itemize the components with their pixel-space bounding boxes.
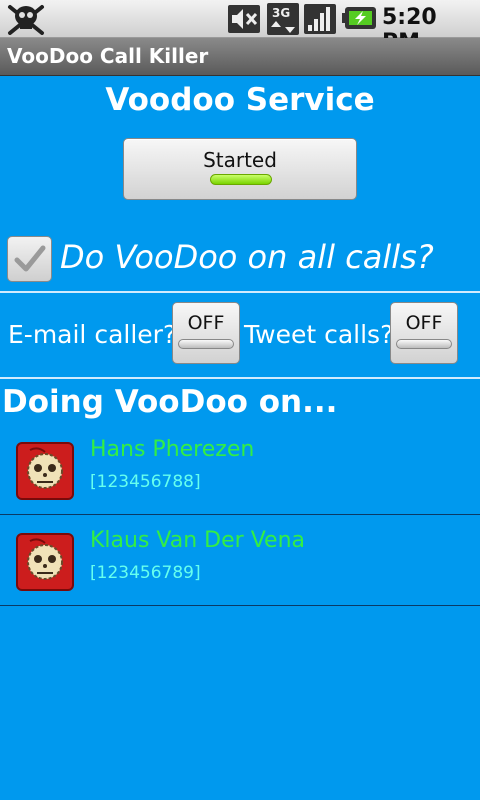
app-title-bar: VooDoo Call Killer <box>0 38 480 76</box>
tweet-calls-toggle[interactable]: OFF <box>390 302 458 364</box>
checkmark-icon <box>14 245 46 272</box>
service-status-indicator <box>210 174 272 185</box>
email-caller-label: E-mail caller? <box>8 320 177 349</box>
mute-icon <box>228 5 260 33</box>
divider <box>0 514 480 515</box>
email-toggle-state: OFF <box>187 312 225 334</box>
list-item[interactable]: Klaus Van Der Vena [123456789] <box>0 523 480 613</box>
toggle-indicator <box>396 339 452 349</box>
battery-charging-icon <box>342 7 376 29</box>
toggle-indicator <box>178 339 234 349</box>
skull-icon <box>8 5 44 35</box>
tweet-toggle-state: OFF <box>405 312 443 334</box>
all-calls-label: Do VooDoo on all calls? <box>60 238 434 276</box>
3g-data-icon: 3G <box>267 3 299 35</box>
service-heading: Voodoo Service <box>105 82 375 118</box>
all-calls-checkbox[interactable] <box>7 236 52 282</box>
signal-icon <box>304 4 336 34</box>
list-item[interactable]: Hans Pherezen [123456788] <box>0 432 480 522</box>
divider <box>0 377 480 379</box>
svg-text:3G: 3G <box>272 6 290 20</box>
contact-name: Hans Pherezen <box>90 437 255 462</box>
app-title: VooDoo Call Killer <box>7 44 209 68</box>
voodoo-skull-icon <box>16 533 74 591</box>
voodoo-skull-icon <box>16 442 74 500</box>
divider <box>0 605 480 606</box>
notification-options-row: E-mail caller? OFF Tweet calls? OFF <box>0 298 480 368</box>
all-calls-option[interactable]: Do VooDoo on all calls? <box>0 232 480 288</box>
tweet-calls-label: Tweet calls? <box>244 320 394 349</box>
status-bar: 3G 5:20 PM <box>0 0 480 55</box>
divider <box>0 291 480 293</box>
contact-number: [123456789] <box>90 563 201 583</box>
contact-name: Klaus Van Der Vena <box>90 528 305 553</box>
service-button-label: Started <box>203 148 277 172</box>
email-caller-toggle[interactable]: OFF <box>172 302 240 364</box>
section-title: Doing VooDoo on... <box>2 384 338 420</box>
service-toggle-button[interactable]: Started <box>123 138 357 200</box>
contact-number: [123456788] <box>90 472 201 492</box>
